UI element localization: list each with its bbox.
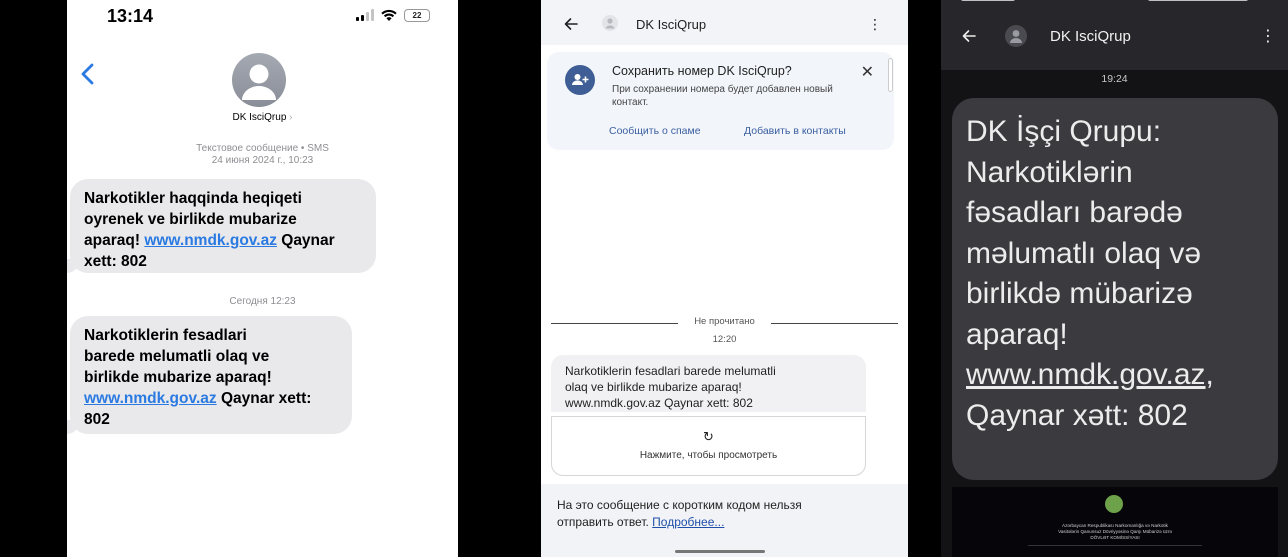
close-icon[interactable]: ✕	[861, 62, 874, 82]
android-light-messages-screen: DK IsciQrup ⋮ Сохранить номер DK IsciQru…	[541, 0, 908, 557]
back-arrow-icon[interactable]	[961, 28, 977, 44]
report-spam-button[interactable]: Сообщить о спаме	[609, 125, 701, 137]
conversation-title[interactable]: DK IsciQrup	[1050, 28, 1131, 45]
learn-more-link[interactable]: Подробнее...	[652, 515, 724, 529]
message-bubble[interactable]: DK İşçi Qrupu: Narkotiklərin fəsadları b…	[952, 98, 1278, 480]
app-bar: DK IsciQrup ⋮	[941, 0, 1288, 70]
tap-to-view-preview[interactable]: ↻ Нажмите, чтобы просмотреть	[551, 416, 866, 476]
contact-avatar-icon[interactable]	[1005, 25, 1027, 47]
message-meta: Текстовое сообщение • SMS 24 июня 2024 г…	[196, 143, 329, 166]
scrollbar[interactable]	[888, 58, 893, 92]
contact-name[interactable]: DK IsciQrup ›	[67, 112, 458, 123]
message-bubble[interactable]: Narkotikler haqqinda heqiqeti oyrenek ve…	[67, 179, 376, 273]
ios-messages-screen: 13:14 22 DK IsciQrup › Текстовое сообщен…	[67, 0, 458, 557]
back-arrow-icon[interactable]	[563, 16, 579, 32]
message-link[interactable]: www.nmdk.gov.az	[144, 232, 277, 249]
message-bubble[interactable]: Narkotiklerin fesadlari barede melumatli…	[551, 355, 866, 412]
state-emblem-icon	[1105, 495, 1123, 513]
add-contact-icon	[565, 65, 595, 95]
refresh-icon: ↻	[703, 429, 714, 444]
message-link[interactable]: www.nmdk.gov.az	[966, 358, 1206, 391]
contact-avatar-icon[interactable]	[232, 53, 286, 107]
message-link[interactable]: www.nmdk.gov.az	[84, 390, 217, 407]
home-indicator[interactable]	[675, 550, 765, 553]
contact-avatar-icon[interactable]	[602, 15, 618, 31]
wifi-icon	[381, 9, 397, 21]
status-icons: 22	[356, 8, 430, 22]
save-contact-card: Сохранить номер DK IsciQrup? ✕ При сохра…	[547, 52, 894, 150]
message-time: 19:24	[1101, 73, 1128, 85]
reply-disabled-notice: На это сообщение с коротким кодом нельзя…	[541, 484, 908, 557]
app-bar: DK IsciQrup ⋮	[541, 0, 908, 45]
more-vert-icon[interactable]: ⋮	[1260, 26, 1276, 46]
chevron-right-icon: ›	[289, 112, 293, 123]
card-title: Сохранить номер DK IsciQrup?	[612, 64, 792, 78]
signal-icon	[356, 9, 374, 21]
ios-status-bar: 13:14 22	[67, 0, 458, 34]
card-description: При сохранении номера будет добавлен нов…	[612, 84, 833, 108]
conversation-title[interactable]: DK IsciQrup	[636, 17, 706, 32]
link-preview-image[interactable]: Azərbaycan Respublikası Narkomanlığa və …	[952, 487, 1278, 557]
status-time: 13:14	[107, 6, 154, 26]
back-chevron-icon[interactable]	[77, 62, 101, 86]
message-bubble[interactable]: Narkotiklerin fesadlari barede melumatli…	[67, 316, 352, 434]
tap-to-view-label: Нажмите, чтобы просмотреть	[639, 450, 778, 461]
android-dark-messages-screen: DK IsciQrup ⋮ 19:24 DK İşçi Qrupu: Narko…	[941, 0, 1288, 557]
unread-divider: Не прочитано	[551, 316, 898, 330]
add-to-contacts-button[interactable]: Добавить в контакты	[744, 125, 846, 137]
message-time: 12:20	[712, 334, 737, 345]
more-vert-icon[interactable]: ⋮	[868, 16, 882, 33]
message-date: Сегодня 12:23	[229, 296, 296, 307]
battery-icon: 22	[404, 8, 430, 22]
